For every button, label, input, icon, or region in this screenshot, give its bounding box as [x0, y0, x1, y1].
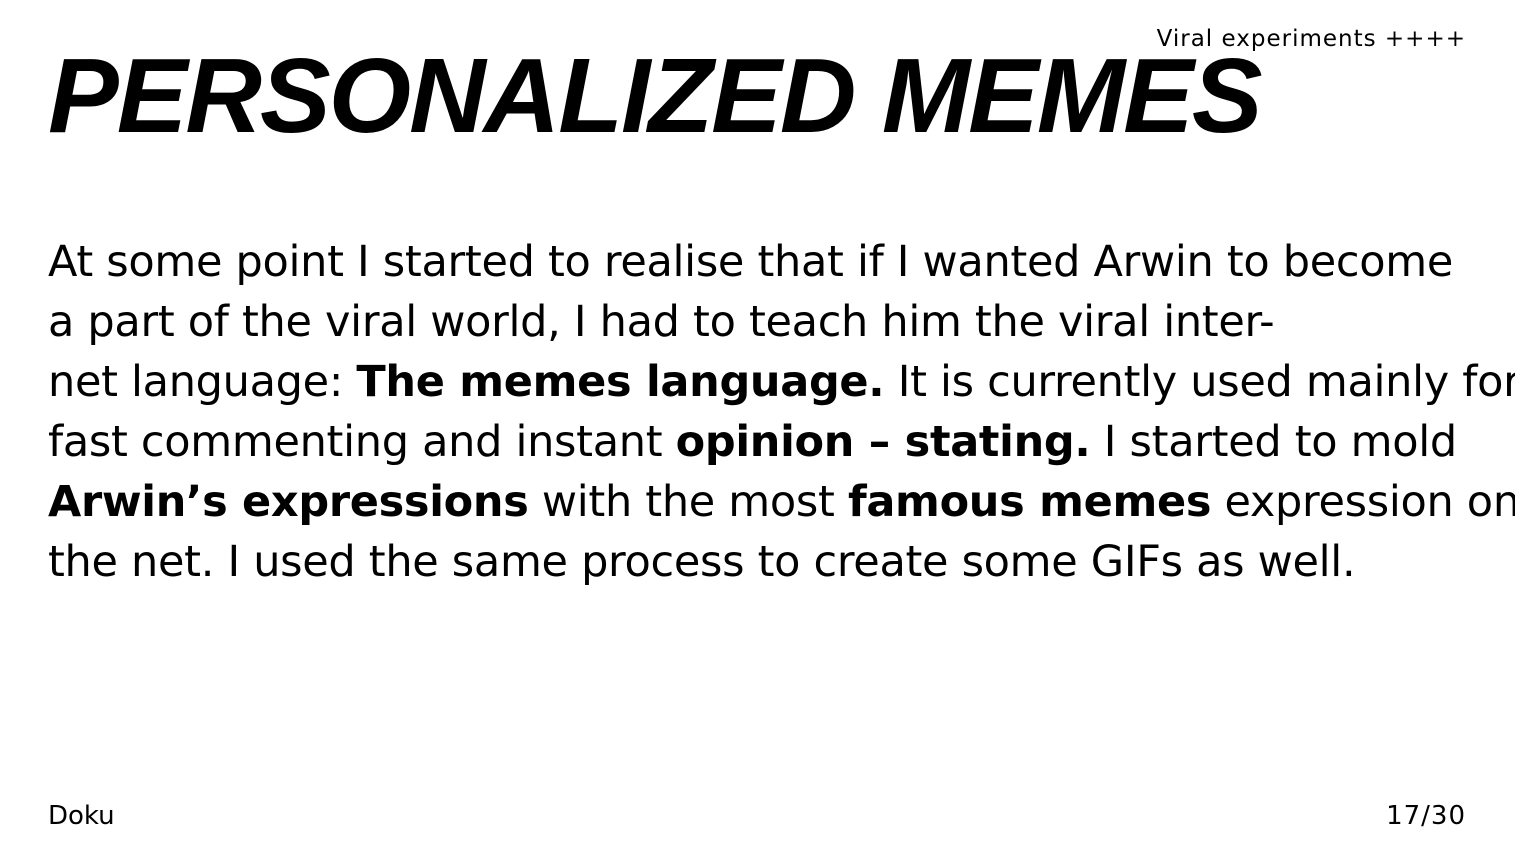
text-segment: It is currently used mainly for: [884, 357, 1515, 407]
text-segment: expression on: [1211, 477, 1515, 527]
paragraph-line-3: net language: The memes language. It is …: [48, 352, 1515, 412]
text-segment: net language:: [48, 357, 357, 407]
bold-phrase-opinion-stating: opinion – stating.: [675, 417, 1091, 467]
page-title: PERSONALIZED MEMES: [48, 37, 1263, 155]
bold-phrase-famous-memes: famous memes: [847, 477, 1212, 527]
bold-phrase-arwins-expressions: Arwin’s expressions: [48, 477, 529, 527]
text-segment: I started to mold: [1090, 417, 1457, 467]
page-number: 17/30: [1386, 801, 1466, 831]
paragraph-line-4: fast commenting and instant opinion – st…: [48, 412, 1468, 472]
text-segment: fast commenting and instant: [48, 417, 676, 467]
paragraph-line-2: a part of the viral world, I had to teac…: [48, 297, 1275, 347]
body-paragraph: At some point I started to realise that …: [48, 232, 1515, 592]
paragraph-line-5: Arwin’s expressions with the most famous…: [48, 472, 1515, 532]
paragraph-line-1: At some point I started to realise that …: [48, 237, 1454, 287]
footer-label: Doku: [48, 801, 115, 831]
bold-phrase-memes-language: The memes language.: [356, 357, 885, 407]
text-segment: with the most: [528, 477, 848, 527]
paragraph-line-6: the net. I used the same process to crea…: [48, 537, 1356, 587]
